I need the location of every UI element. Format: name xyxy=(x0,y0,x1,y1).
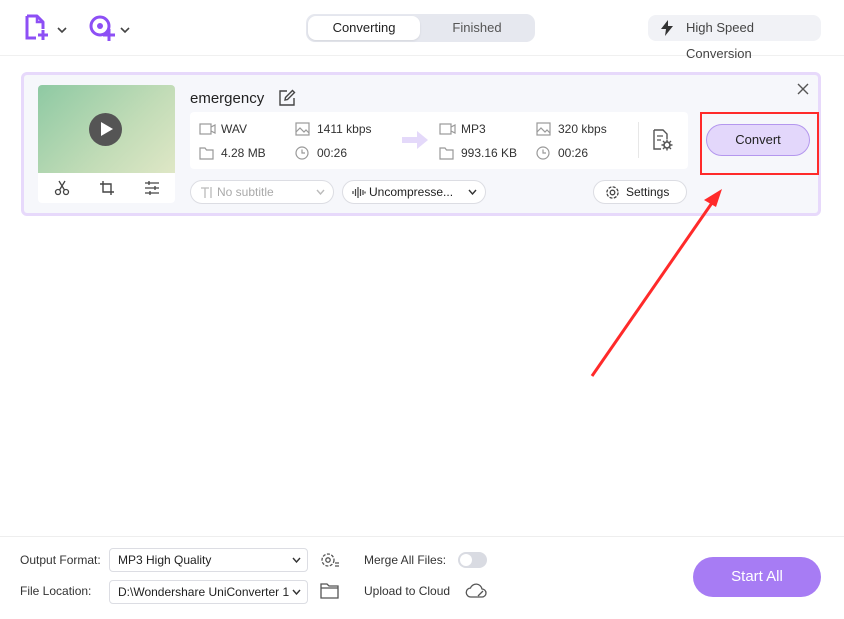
divider xyxy=(638,122,639,158)
chevron-down-icon xyxy=(292,589,301,595)
audio-track-dropdown[interactable]: Uncompresse... xyxy=(342,180,486,204)
chevron-down-icon xyxy=(316,189,325,195)
file-info-panel: WAV 1411 kbps 4.28 MB 00:26 MP3 320 kbps xyxy=(190,112,688,169)
audio-wave-icon xyxy=(352,187,366,198)
clock-icon xyxy=(295,146,309,160)
crop-icon[interactable] xyxy=(99,180,115,196)
video-format-icon xyxy=(439,123,456,135)
lightning-icon xyxy=(661,20,673,36)
close-icon[interactable] xyxy=(796,82,810,96)
audio-track-value: Uncompresse... xyxy=(369,185,454,199)
subtitle-value: No subtitle xyxy=(217,185,274,199)
file-card: emergency WAV 1411 kbps 4.28 MB 00:26 MP… xyxy=(21,72,821,216)
subtitle-dropdown[interactable]: No subtitle xyxy=(190,180,334,204)
add-media-icon[interactable] xyxy=(88,14,116,42)
merge-all-files-toggle[interactable] xyxy=(458,552,487,568)
file-name: emergency xyxy=(190,90,265,107)
upload-to-cloud-label: Upload to Cloud xyxy=(364,584,451,598)
high-speed-conversion-label: High Speed Conversion xyxy=(686,20,754,61)
folder-icon xyxy=(439,147,454,160)
output-format-settings-icon[interactable] xyxy=(320,550,340,570)
start-all-button[interactable]: Start All xyxy=(693,557,821,597)
tab-finished[interactable]: Finished xyxy=(421,16,533,40)
output-settings-icon[interactable] xyxy=(650,128,674,152)
image-quality-icon xyxy=(295,122,310,136)
output-format-value: MP3 High Quality xyxy=(118,553,212,567)
target-bitrate: 320 kbps xyxy=(536,121,607,137)
settings-button[interactable]: Settings xyxy=(593,180,687,204)
convert-button[interactable]: Convert xyxy=(706,124,810,156)
rename-edit-icon[interactable] xyxy=(278,89,296,107)
open-folder-icon[interactable] xyxy=(320,582,340,602)
image-quality-icon xyxy=(536,122,551,136)
source-bitrate: 1411 kbps xyxy=(295,121,372,137)
text-icon xyxy=(201,187,212,198)
bottom-bar: Output Format: MP3 High Quality Merge Al… xyxy=(0,536,844,619)
file-location-select[interactable]: D:\Wondershare UniConverter 1 xyxy=(109,580,308,604)
target-duration: 00:26 xyxy=(536,145,588,161)
gear-icon xyxy=(606,186,619,199)
top-toolbar: Converting Finished High Speed Conversio… xyxy=(0,0,844,61)
output-format-label: Output Format: xyxy=(20,553,101,567)
file-location-value: D:\Wondershare UniConverter 1 xyxy=(118,585,290,599)
settings-label: Settings xyxy=(626,185,670,199)
output-format-select[interactable]: MP3 High Quality xyxy=(109,548,308,572)
add-file-dropdown-icon[interactable] xyxy=(57,22,67,34)
convert-highlight-box: Convert xyxy=(700,112,819,175)
effects-sliders-icon[interactable] xyxy=(144,180,160,196)
target-size: 993.16 KB xyxy=(439,145,517,161)
video-thumbnail[interactable] xyxy=(38,85,175,173)
status-tab-group: Converting Finished xyxy=(306,14,535,42)
add-file-icon[interactable] xyxy=(24,14,52,42)
source-size: 4.28 MB xyxy=(199,145,266,161)
convert-arrow-icon xyxy=(402,131,428,149)
clock-icon xyxy=(536,146,550,160)
tab-converting[interactable]: Converting xyxy=(308,16,420,40)
add-media-dropdown-icon[interactable] xyxy=(120,22,130,34)
cloud-upload-icon[interactable] xyxy=(465,582,487,602)
trim-scissors-icon[interactable] xyxy=(54,180,70,196)
thumbnail-toolbar xyxy=(38,173,175,203)
play-icon[interactable] xyxy=(89,113,122,146)
target-format[interactable]: MP3 xyxy=(439,121,486,137)
chevron-down-icon xyxy=(292,557,301,563)
source-duration: 00:26 xyxy=(295,145,347,161)
file-location-label: File Location: xyxy=(20,584,92,598)
video-format-icon xyxy=(199,123,216,135)
merge-all-files-label: Merge All Files: xyxy=(364,553,447,567)
source-format: WAV xyxy=(199,121,247,137)
chevron-down-icon xyxy=(468,189,477,195)
folder-icon xyxy=(199,147,214,160)
high-speed-conversion-button[interactable]: High Speed Conversion xyxy=(648,15,821,61)
